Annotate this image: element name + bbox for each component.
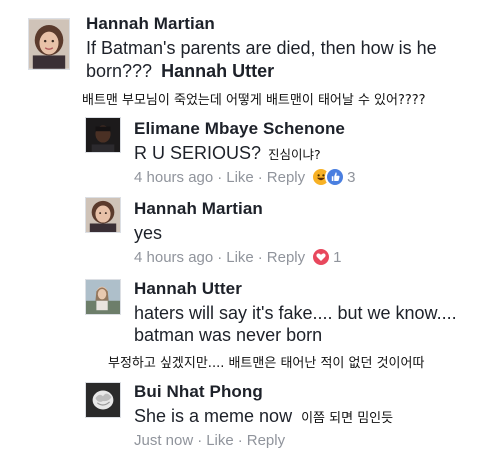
comment-text: yes [134,223,163,243]
separator: · [197,432,203,449]
reply-link[interactable]: Reply [267,169,305,186]
comment-text: She is a meme now [134,406,293,426]
separator: · [237,432,243,449]
reaction-count: 3 [347,168,356,186]
author-name[interactable]: Hannah Martian [86,14,215,34]
korean-translation: 이쯤 되면 밈인듯 [301,411,394,426]
comment-text-line1: haters will say it's fake.... but we kno… [134,303,457,323]
author-name[interactable]: Hannah Utter [134,279,242,299]
comment-meta: 4 hours ago · Like · Reply 1 [134,247,341,267]
tagged-user-link[interactable]: Hannah Utter [161,61,274,81]
avatar[interactable] [85,197,121,233]
author-name[interactable]: Hannah Martian [134,199,263,219]
user-photo-icon [86,118,120,152]
user-photo-icon [86,383,120,417]
avatar[interactable] [85,382,121,418]
reply-hannah-martian: Hannah Martian yes 4 hours ago · Like · … [0,190,500,270]
avatar[interactable] [85,279,121,315]
avatar[interactable] [85,117,121,153]
comment-text: born??? [86,61,153,81]
comment-hannah-martian-top: Hannah Martian If Batman's parents are d… [0,0,500,110]
reply-hannah-utter: Hannah Utter haters will say it's fake..… [0,270,500,371]
comment-meta: Just now · Like · Reply [134,432,285,449]
like-reaction-icon [325,167,346,187]
korean-translation: 부정하고 싶겠지만.... 배트맨은 태어난 적이 없던 것이어따 [108,356,425,371]
comment-text: R U SERIOUS? [134,143,262,163]
user-photo-icon [86,198,120,232]
timestamp-link[interactable]: 4 hours ago [134,249,213,266]
reply-elimane: Elimane Mbaye Schenone R U SERIOUS? 진심이냐… [0,110,500,190]
comment-text-line: R U SERIOUS? 진심이냐? [134,142,321,166]
avatar[interactable] [28,18,70,70]
separator: · [217,168,223,186]
korean-translation: 배트맨 부모님이 죽었는데 어떻게 배트맨이 태어날 수 있어???? [82,93,426,108]
comment-text-line: She is a meme now 이쯤 되면 밈인듯 [134,405,393,430]
user-photo-icon [29,19,69,69]
comment-text-line2: born??? Hannah Utter [86,60,274,82]
reply-link[interactable]: Reply [247,432,285,449]
separator: · [257,168,263,186]
like-link[interactable]: Like [226,249,254,266]
love-reaction-icon [311,247,332,267]
comment-text-line2: batman was never born [134,325,323,345]
timestamp-link[interactable]: Just now [134,432,193,449]
like-link[interactable]: Like [206,432,234,449]
author-name[interactable]: Elimane Mbaye Schenone [134,119,345,139]
comment-meta: 4 hours ago · Like · Reply 3 [134,167,355,187]
timestamp-link[interactable]: 4 hours ago [134,169,213,186]
reply-bui-nhat-phong: Bui Nhat Phong She is a meme now 이쯤 되면 밈… [0,370,500,456]
user-photo-icon [86,280,120,314]
comment-text-line1: If Batman's parents are died, then how i… [86,38,437,58]
reactions-summary[interactable]: 1 [311,247,341,267]
reaction-count: 1 [333,248,342,266]
separator: · [257,248,263,266]
reactions-summary[interactable]: 3 [311,167,355,187]
reply-link[interactable]: Reply [267,249,305,266]
like-link[interactable]: Like [226,169,254,186]
korean-translation: 진심이냐? [268,147,321,162]
author-name[interactable]: Bui Nhat Phong [134,382,263,402]
separator: · [217,248,223,266]
